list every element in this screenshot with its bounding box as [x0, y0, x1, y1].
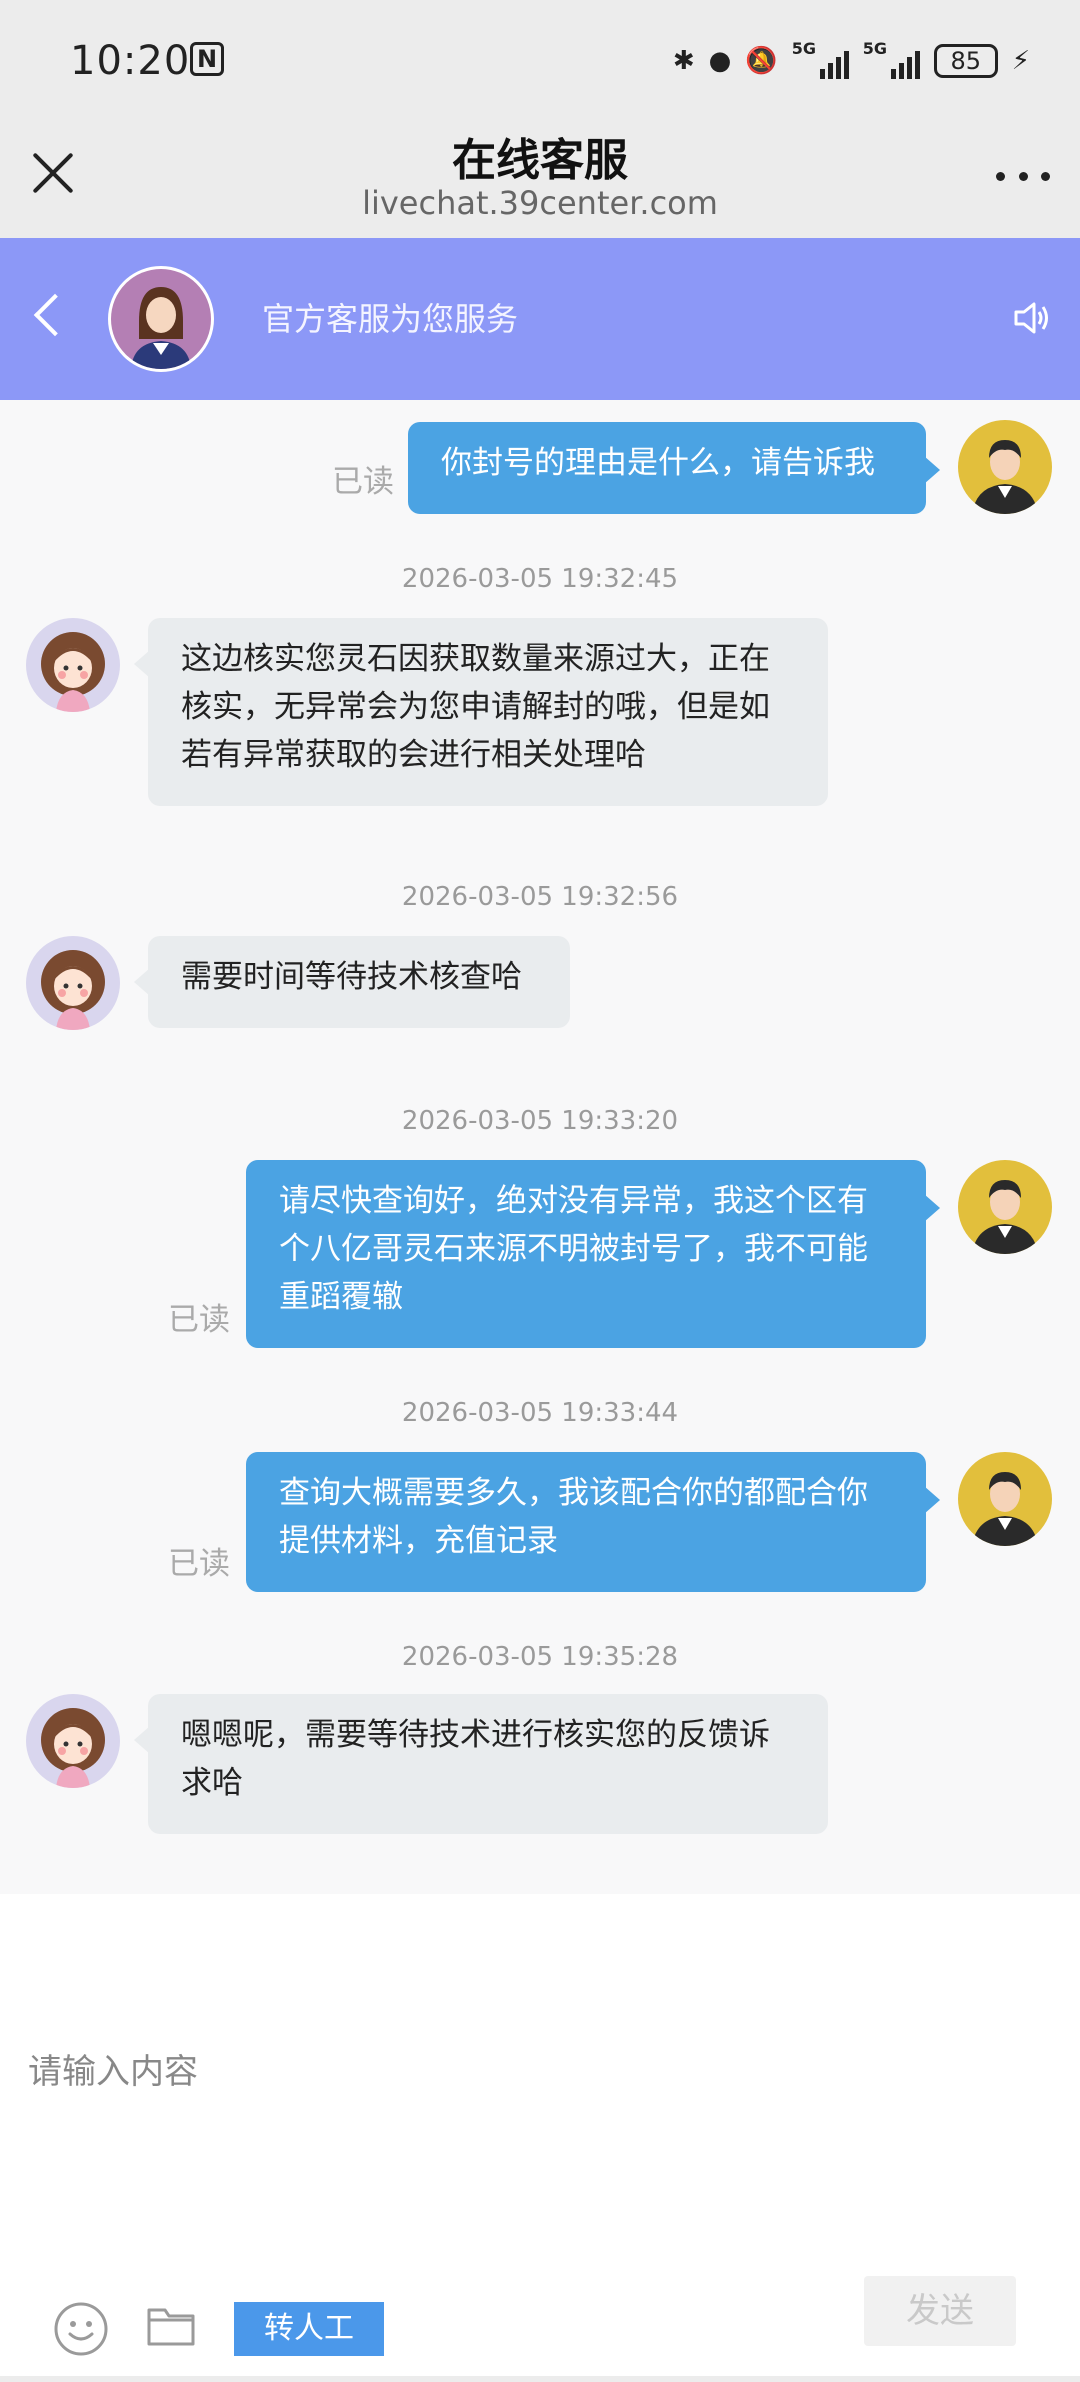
status-time: 10:20	[70, 38, 191, 84]
agent-message-avatar	[26, 1694, 120, 1788]
mute-icon: 🔕	[745, 46, 778, 76]
emoji-icon[interactable]	[52, 2300, 110, 2358]
signal-icon-sim2: 5G	[863, 39, 920, 79]
charging-icon: ⚡	[1011, 46, 1030, 76]
message-line: 若有异常获取的会进行相关处理哈	[181, 737, 646, 773]
message-bubble-outgoing[interactable]: 你封号的理由是什么，请告诉我	[408, 422, 940, 514]
message-timestamp: 2026-03-05 19:33:20	[401, 1106, 679, 1136]
user-avatar	[958, 1452, 1052, 1546]
message-text: 你封号的理由是什么，请告诉我	[441, 445, 875, 481]
app-header: 在线客服 livechat.39center.com	[0, 124, 1080, 238]
chat-area[interactable]: 已读 你封号的理由是什么，请告诉我 2026-03-05 19:32:45 这边…	[0, 400, 1080, 1894]
folder-icon[interactable]	[146, 2304, 196, 2348]
message-line: 核实，无异常会为您申请解封的哦，但是如	[181, 689, 770, 725]
message-timestamp: 2026-03-05 19:32:56	[401, 882, 679, 912]
bottom-divider	[0, 2376, 1080, 2382]
message-bubble-outgoing[interactable]: 请尽快查询好，绝对没有异常，我这个区有 个八亿哥灵石来源不明被封号了，我不可能 …	[246, 1160, 940, 1348]
message-timestamp: 2026-03-05 19:35:28	[401, 1642, 679, 1672]
message-bubble-incoming[interactable]: 需要时间等待技术核查哈	[134, 936, 570, 1028]
page-title: 在线客服	[452, 135, 628, 186]
agent-message-avatar	[26, 936, 120, 1030]
banner-text: 官方客服为您服务	[262, 300, 519, 338]
read-status: 已读	[168, 1546, 230, 1582]
status-bar: 10:20 N ✱ ● 🔕 5G 5G 85 ⚡	[0, 0, 1080, 124]
battery-icon: 85	[933, 44, 998, 78]
message-line: 重蹈覆辙	[279, 1279, 403, 1315]
speaker-icon[interactable]	[1012, 298, 1052, 338]
message-line: 请尽快查询好，绝对没有异常，我这个区有	[279, 1183, 868, 1219]
message-text: 需要时间等待技术核查哈	[181, 959, 522, 995]
agent-avatar	[108, 266, 214, 372]
back-icon[interactable]	[33, 293, 77, 337]
message-input[interactable]: 请输入内容	[28, 2044, 198, 2093]
message-line: 嗯嗯呢，需要等待技术进行核实您的反馈诉	[181, 1717, 770, 1753]
page-url: livechat.39center.com	[362, 184, 718, 222]
more-options-icon[interactable]	[996, 172, 1050, 184]
message-line: 查询大概需要多久，我该配合你的都配合你	[279, 1475, 868, 1511]
sim2-label: 5G	[862, 39, 887, 58]
transfer-to-human-button[interactable]: 转人工	[234, 2302, 384, 2356]
message-line: 个八亿哥灵石来源不明被封号了，我不可能	[279, 1231, 868, 1267]
message-bubble-outgoing[interactable]: 查询大概需要多久，我该配合你的都配合你 提供材料，充值记录	[246, 1452, 940, 1592]
read-status: 已读	[168, 1302, 230, 1338]
chat-banner: 官方客服为您服务	[0, 238, 1080, 400]
read-status: 已读	[332, 464, 394, 500]
agent-message-avatar	[26, 618, 120, 712]
signal-icon-sim1: 5G	[792, 39, 849, 79]
message-timestamp: 2026-03-05 19:32:45	[401, 564, 679, 594]
user-avatar	[958, 1160, 1052, 1254]
message-line: 提供材料，充值记录	[279, 1523, 558, 1559]
message-bubble-incoming[interactable]: 嗯嗯呢，需要等待技术进行核实您的反馈诉 求哈	[134, 1694, 828, 1834]
message-bubble-incoming[interactable]: 这边核实您灵石因获取数量来源过大，正在 核实，无异常会为您申请解封的哦，但是如 …	[134, 618, 828, 806]
status-icons: ✱ ● 🔕 5G 5G 85 ⚡	[673, 36, 1030, 86]
send-button[interactable]: 发送	[864, 2276, 1016, 2346]
message-timestamp: 2026-03-05 19:33:44	[401, 1398, 679, 1428]
message-line: 这边核实您灵石因获取数量来源过大，正在	[181, 641, 770, 677]
user-avatar	[958, 420, 1052, 514]
message-line: 求哈	[181, 1765, 243, 1801]
nfc-icon: N	[190, 42, 224, 76]
location-icon: ●	[708, 46, 732, 76]
bluetooth-icon: ✱	[672, 46, 695, 76]
sim1-label: 5G	[791, 39, 816, 58]
